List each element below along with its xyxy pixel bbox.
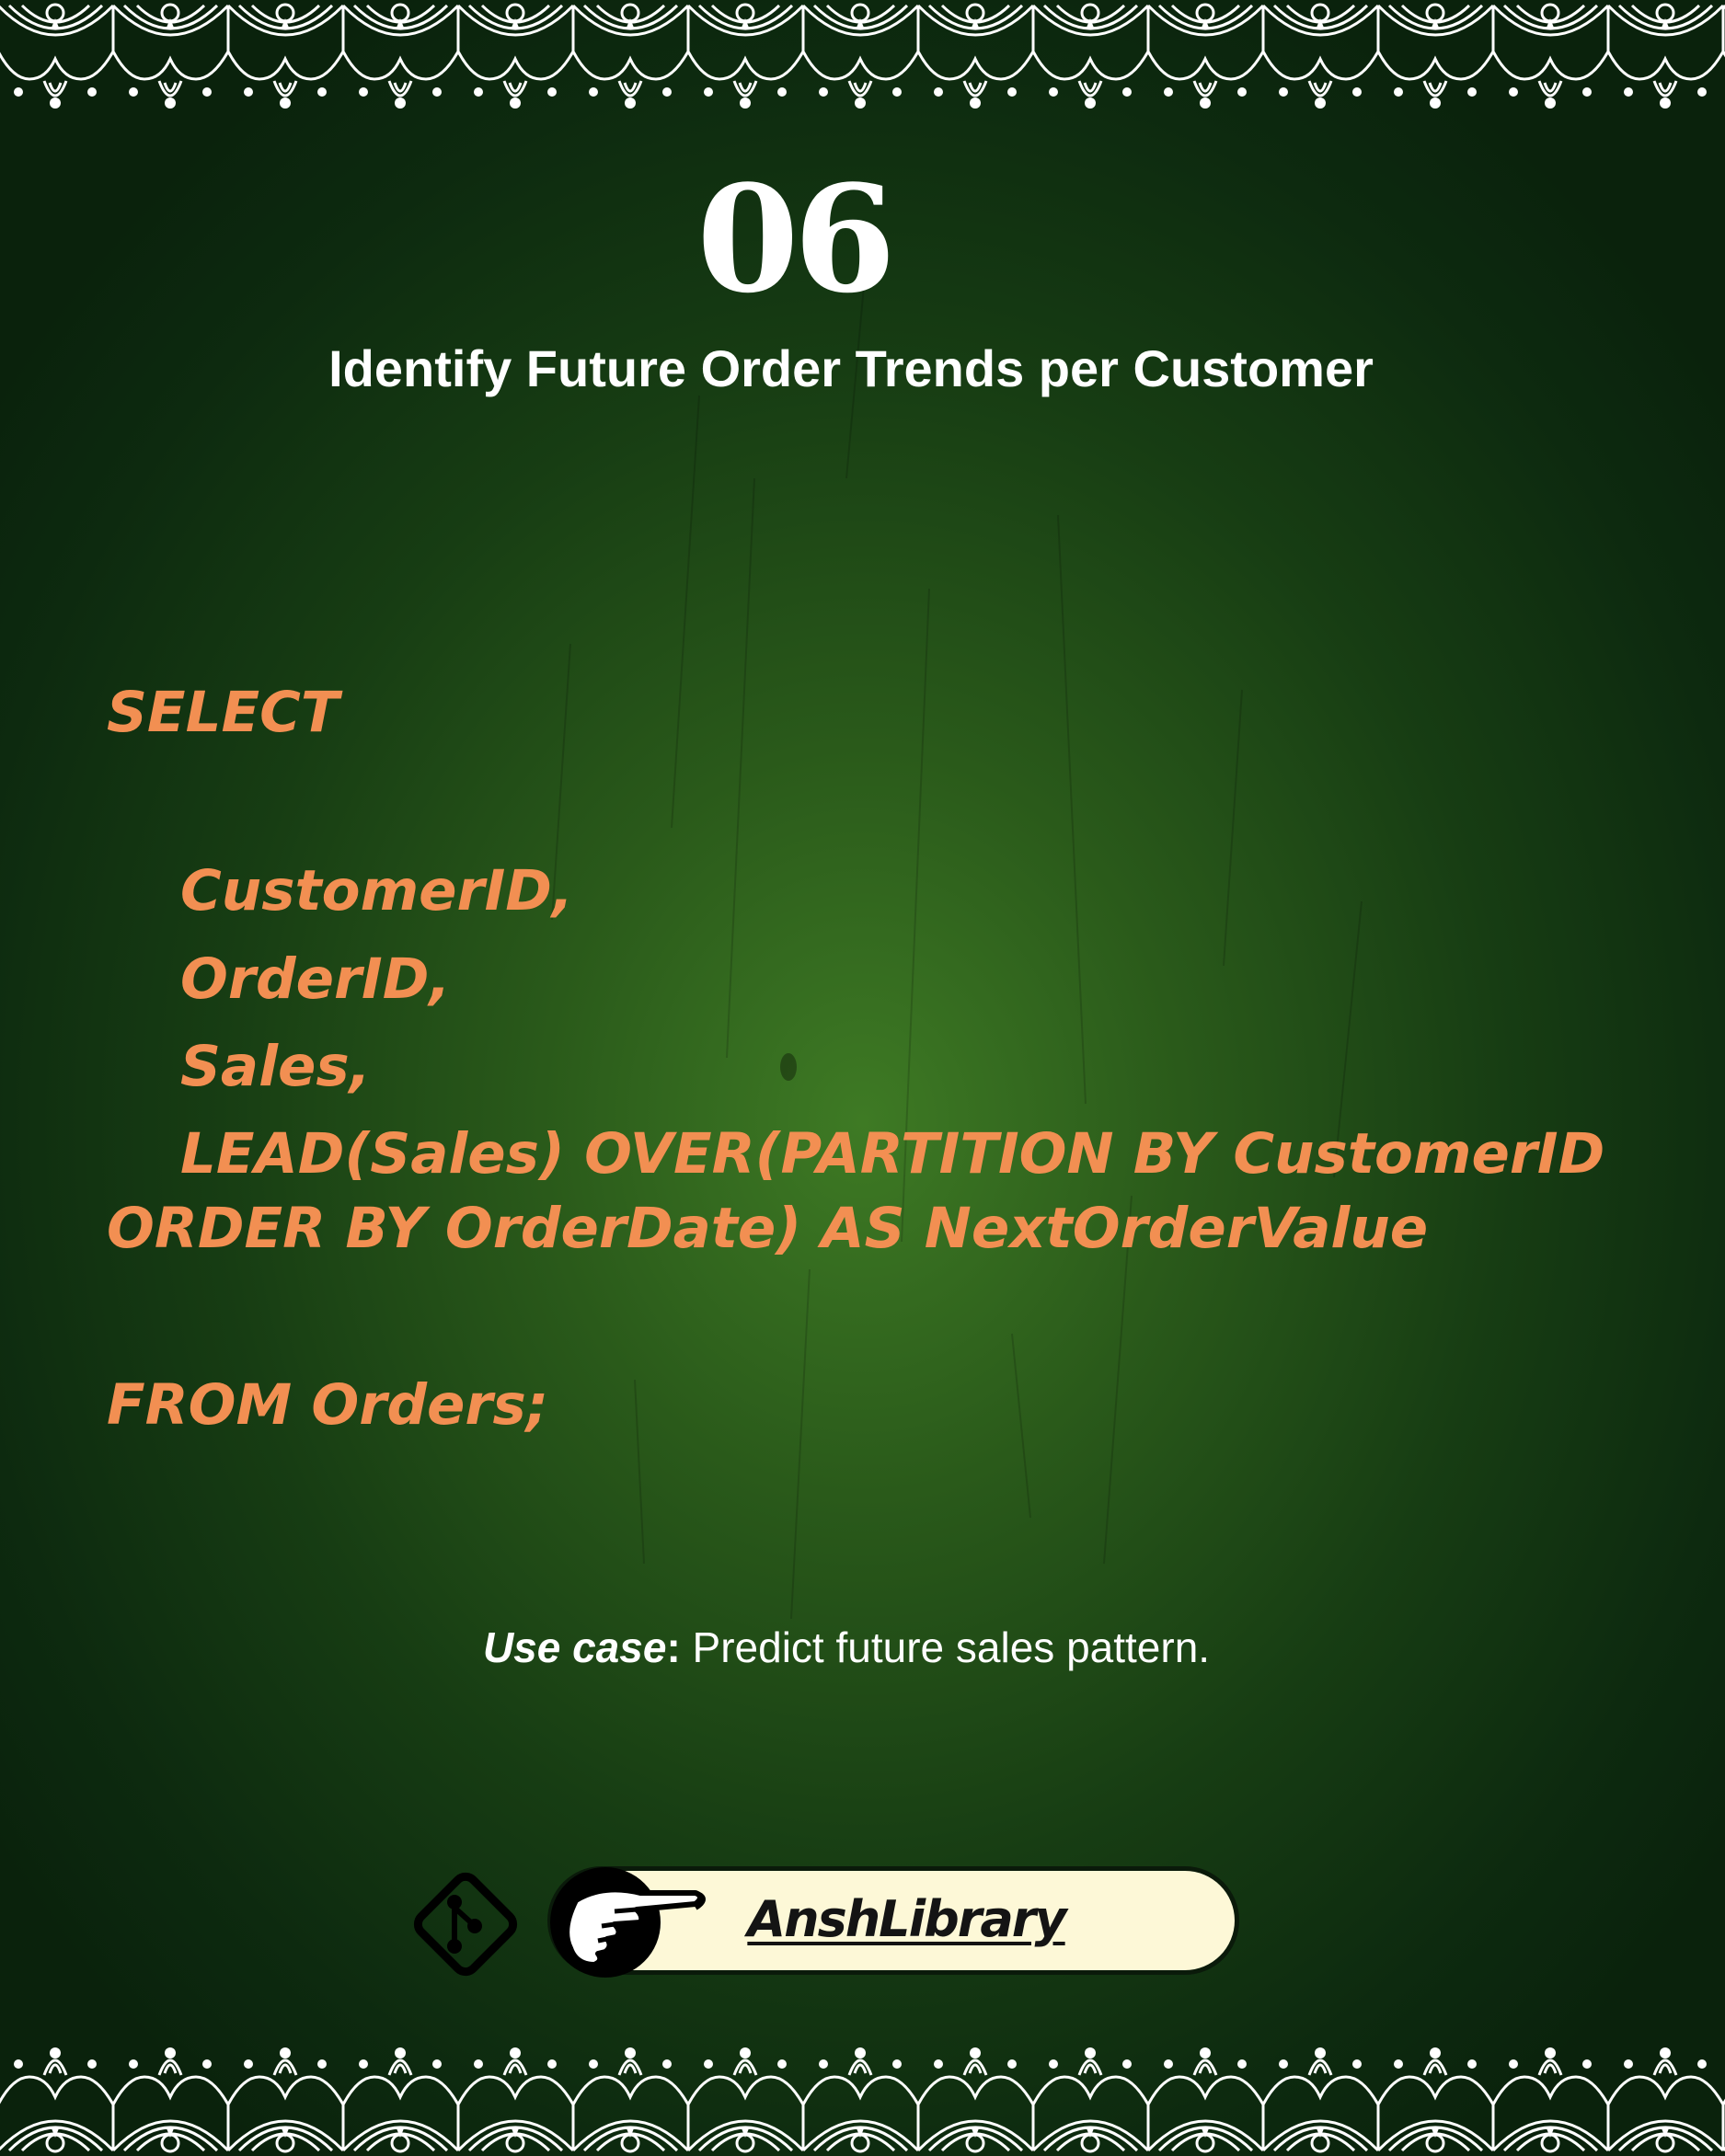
code-line: CustomerID, <box>180 858 574 923</box>
brand-link[interactable]: AnshLibrary <box>718 1889 1095 1950</box>
use-case-separator: : <box>666 1623 681 1671</box>
code-line: FROM Orders; <box>107 1372 549 1438</box>
bottom-ornament-border <box>0 2041 1725 2156</box>
top-ornament-border <box>0 0 1725 115</box>
code-line: OrderID, <box>180 946 451 1012</box>
use-case-label: Use case <box>482 1623 667 1671</box>
code-line: Sales, <box>180 1034 371 1099</box>
pointing-hand-icon <box>550 1867 706 1978</box>
code-line: ORDER BY OrderDate) AS NextOrderValue <box>107 1196 1429 1261</box>
slide-number: 06 <box>696 153 896 326</box>
code-line: SELECT <box>107 680 339 745</box>
slide-title: Identify Future Order Trends per Custome… <box>328 339 1374 397</box>
use-case-note: Use case: Predict future sales pattern. <box>0 1622 1693 1673</box>
use-case-text: Predict future sales pattern. <box>680 1623 1211 1671</box>
git-icon <box>413 1872 518 1977</box>
code-line: LEAD(Sales) OVER(PARTITION BY CustomerID <box>180 1121 1605 1187</box>
